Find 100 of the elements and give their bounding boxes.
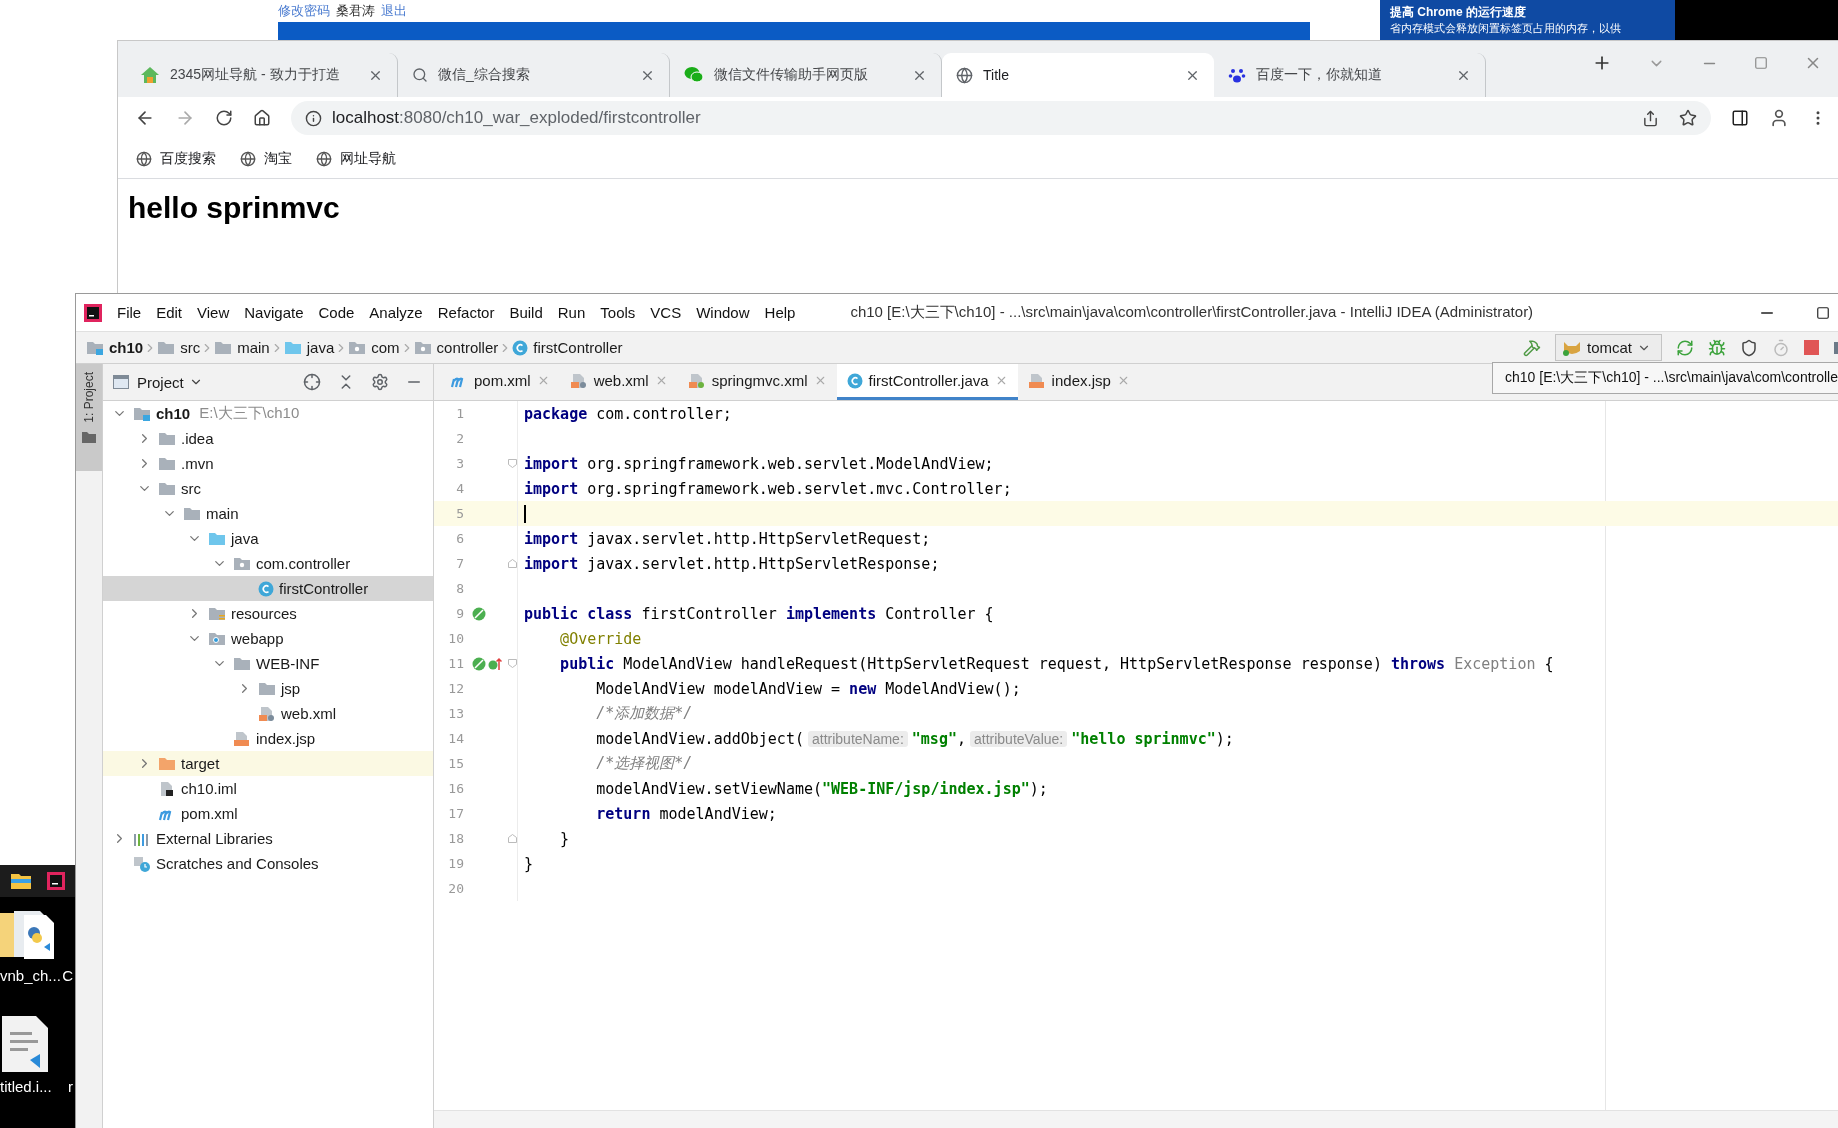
tree-item[interactable]: com.controller — [103, 551, 433, 576]
menu-item[interactable]: Code — [318, 304, 355, 321]
menu-item[interactable]: File — [117, 304, 142, 321]
folder-icon[interactable] — [10, 872, 32, 890]
shield-icon[interactable] — [1740, 338, 1758, 357]
breadcrumb[interactable]: controller — [413, 339, 499, 356]
breadcrumb[interactable]: src — [157, 339, 201, 356]
home-icon[interactable] — [253, 109, 271, 127]
menu-item[interactable]: Navigate — [244, 304, 304, 321]
breadcrumb[interactable]: main — [214, 339, 270, 356]
menu-item[interactable]: Run — [557, 304, 586, 321]
code-line: public class firstController implements Controller { — [524, 604, 994, 623]
search-icon — [412, 67, 428, 83]
info-icon[interactable] — [305, 109, 322, 127]
tree-item[interactable]: ch10 E:\大三下\ch10 — [103, 401, 433, 426]
tree-item[interactable]: main — [103, 501, 433, 526]
editor-tab[interactable]: firstController.java — [836, 364, 1018, 400]
menu-item[interactable]: Build — [509, 304, 543, 321]
line-number: 17 — [447, 806, 464, 821]
menu-item[interactable]: Help — [764, 304, 796, 321]
crosshair-icon[interactable] — [303, 373, 321, 391]
settings-icon[interactable] — [371, 373, 389, 391]
scrollbar-track[interactable] — [434, 1110, 1838, 1128]
breadcrumb[interactable]: com — [348, 339, 400, 356]
panel-icon — [113, 375, 129, 389]
breadcrumb[interactable]: java — [283, 339, 335, 356]
tree-item[interactable]: firstController — [103, 576, 433, 601]
web-folder-icon — [208, 630, 226, 647]
tree-item[interactable]: Scratches and Consoles — [103, 851, 433, 876]
menu-item[interactable]: Tools — [600, 304, 636, 321]
bookmark[interactable]: 百度搜索 — [136, 149, 216, 168]
app-icon[interactable] — [46, 871, 66, 891]
fold-marker-icon[interactable] — [508, 559, 517, 568]
tree-item[interactable]: java — [103, 526, 433, 551]
share-icon[interactable] — [1642, 109, 1659, 127]
jsp-file-icon — [233, 730, 251, 747]
folder-icon — [157, 339, 176, 356]
tree-item[interactable]: External Libraries — [103, 826, 433, 851]
menu-item[interactable]: Refactor — [437, 304, 495, 321]
tree-item[interactable]: src — [103, 476, 433, 501]
address-bar[interactable]: localhost:8080/ch10_war_exploded/firstcontroller — [291, 101, 1711, 135]
tree-item[interactable]: pom.xml — [103, 801, 433, 826]
tree-item[interactable]: target — [103, 751, 433, 776]
tree-item[interactable]: .idea — [103, 426, 433, 451]
globe-icon — [316, 150, 332, 167]
implementation-marker-icon[interactable] — [472, 606, 486, 621]
browser-tab[interactable]: 微信_综合搜索 — [398, 53, 670, 97]
page-link[interactable]: 修改密码 — [278, 2, 330, 20]
tree-item[interactable]: .mvn — [103, 451, 433, 476]
profile-icon[interactable] — [1769, 108, 1789, 128]
view-selector[interactable]: Project — [137, 373, 203, 391]
tool-window-button[interactable]: 1: Project — [76, 364, 102, 471]
menu-item[interactable]: Analyze — [369, 304, 423, 321]
browser-tab[interactable]: 2345网址导航 - 致力于打造 — [126, 53, 398, 97]
reload-icon[interactable] — [215, 109, 233, 127]
editor-tab[interactable]: springmvc.xml — [677, 364, 837, 400]
bookmark[interactable]: 网址导航 — [316, 149, 396, 168]
bug-icon[interactable] — [1708, 338, 1726, 357]
tree-item[interactable]: resources — [103, 601, 433, 626]
menu-item[interactable]: Window — [696, 304, 750, 321]
browser-tab[interactable]: Title — [942, 53, 1214, 97]
code-line: /*添加数据*/ — [595, 704, 693, 723]
run-configuration-dropdown[interactable]: tomcat — [1555, 334, 1662, 361]
menu-item[interactable]: Edit — [156, 304, 183, 321]
tree-item[interactable]: ch10.iml — [103, 776, 433, 801]
tree-item[interactable]: web.xml — [103, 701, 433, 726]
editor-tab[interactable]: index.jsp — [1017, 364, 1140, 400]
tree-item[interactable]: WEB-INF — [103, 651, 433, 676]
app-logo-icon — [84, 303, 102, 322]
breadcrumb[interactable]: firstController — [512, 339, 623, 356]
fold-marker-icon[interactable] — [508, 659, 517, 668]
code-line: import org.springframework.web.servlet.mvc.Controller; — [524, 479, 1012, 498]
star-icon[interactable] — [1679, 109, 1697, 127]
tree-item[interactable]: webapp — [103, 626, 433, 651]
implementation-marker-icon[interactable] — [472, 656, 486, 671]
code-line: import javax.servlet.http.HttpServletResponse; — [524, 554, 940, 573]
page-link[interactable]: 退出 — [381, 2, 407, 20]
fold-marker-icon[interactable] — [508, 459, 517, 468]
bookmark[interactable]: 淘宝 — [240, 149, 292, 168]
hammer-icon[interactable] — [1523, 338, 1541, 357]
line-number: 16 — [447, 781, 464, 796]
side-panel-icon[interactable] — [1731, 109, 1749, 127]
menu-item[interactable]: VCS — [650, 304, 682, 321]
editor-tab[interactable]: pom.xml — [440, 364, 560, 400]
line-number: 7 — [455, 556, 464, 571]
house-icon — [140, 66, 160, 84]
breadcrumb[interactable]: ch10 — [86, 339, 144, 356]
code-line: return modelAndView; — [595, 804, 777, 823]
tree-item[interactable]: index.jsp — [103, 726, 433, 751]
line-number: 20 — [447, 881, 464, 896]
folder-icon — [183, 505, 201, 522]
override-marker-icon[interactable] — [488, 656, 502, 671]
rerun-icon[interactable] — [1676, 338, 1694, 357]
tree-item[interactable]: jsp — [103, 676, 433, 701]
browser-tab[interactable]: 百度一下，你就知道 — [1214, 53, 1486, 97]
menu-item[interactable]: View — [197, 304, 230, 321]
fold-marker-icon[interactable] — [508, 834, 517, 843]
editor-tab[interactable]: web.xml — [559, 364, 678, 400]
page-link[interactable]: 桑君涛 — [336, 2, 375, 20]
code-editor[interactable] — [434, 401, 1838, 1110]
